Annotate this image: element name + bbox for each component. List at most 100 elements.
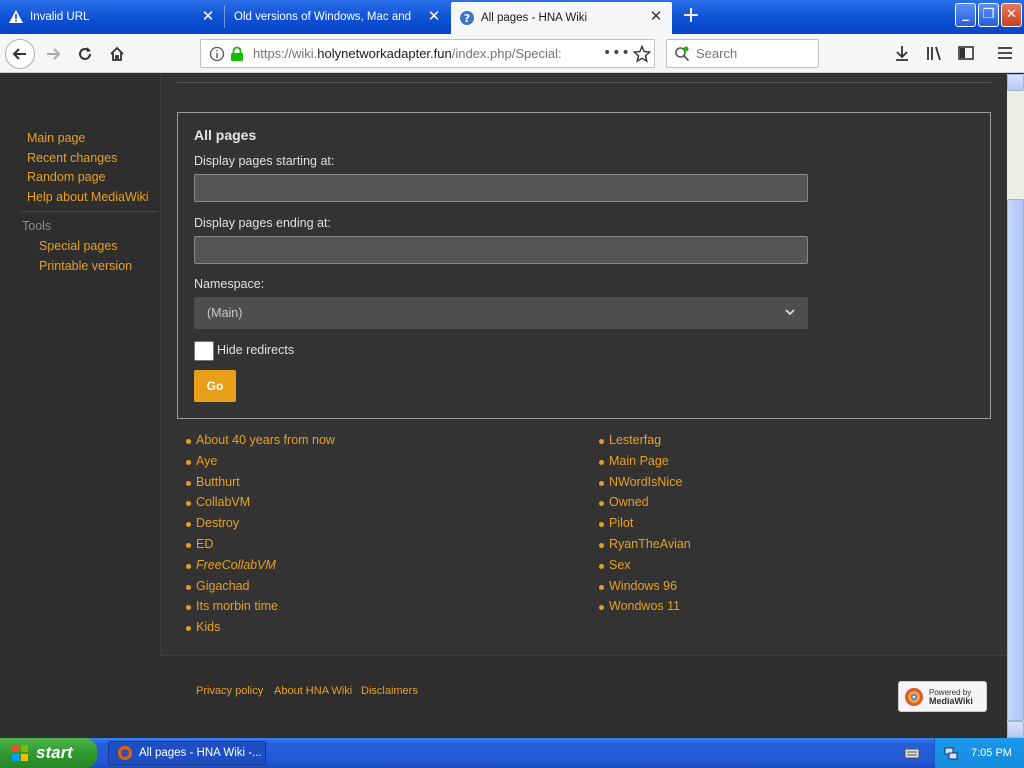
list-item[interactable]: Wondwos 11 bbox=[598, 599, 691, 620]
svg-text:?: ? bbox=[464, 12, 470, 25]
sidebar-item-random-page[interactable]: Random page bbox=[27, 170, 106, 184]
back-arrow-icon bbox=[12, 48, 26, 60]
mediawiki-flower-icon bbox=[905, 687, 923, 706]
bookmark-star-icon[interactable] bbox=[633, 45, 651, 63]
sidebar-item-printable-version[interactable]: Printable version bbox=[39, 259, 132, 273]
list-item[interactable]: Lesterfag bbox=[598, 433, 691, 454]
keyboard-icon[interactable] bbox=[904, 746, 920, 760]
scroll-up-button[interactable] bbox=[1007, 74, 1024, 91]
network-icon[interactable] bbox=[943, 745, 959, 761]
sidebar-toggle-button[interactable] bbox=[956, 43, 976, 63]
namespace-label: Namespace: bbox=[194, 277, 265, 291]
scroll-thumb[interactable] bbox=[1007, 199, 1024, 721]
page-viewport: Main page Recent changes Random page Hel… bbox=[0, 74, 1007, 738]
tab-title: Old versions of Windows, Mac and Linu bbox=[234, 11, 412, 23]
page-list-left: About 40 years from now Aye Butthurt Col… bbox=[185, 433, 335, 641]
hamburger-menu-icon bbox=[998, 47, 1012, 59]
list-item[interactable]: Windows 96 bbox=[598, 579, 691, 600]
end-input[interactable] bbox=[194, 236, 808, 264]
close-icon[interactable]: ✕ bbox=[200, 9, 216, 25]
sidebar-item-main-page[interactable]: Main page bbox=[27, 131, 85, 145]
forward-arrow-icon bbox=[47, 48, 61, 60]
list-item[interactable]: NWordIsNice bbox=[598, 475, 691, 496]
search-bar[interactable] bbox=[666, 39, 819, 68]
firefox-icon bbox=[118, 746, 132, 760]
list-item[interactable]: Sex bbox=[598, 558, 691, 579]
sidebar-item-recent-changes[interactable]: Recent changes bbox=[27, 151, 117, 165]
new-tab-icon[interactable]: + bbox=[680, 5, 702, 28]
footer-disclaimers-link[interactable]: Disclaimers bbox=[361, 685, 418, 697]
warning-icon bbox=[9, 10, 23, 23]
tab-old-versions[interactable]: Old versions of Windows, Mac and Linu ✕ bbox=[226, 2, 450, 32]
list-item[interactable]: Gigachad bbox=[185, 579, 335, 600]
form-legend: All pages bbox=[194, 127, 257, 143]
chevron-down-icon bbox=[785, 309, 795, 316]
list-item[interactable]: Aye bbox=[185, 454, 335, 475]
help-icon: ? bbox=[460, 11, 474, 25]
namespace-select[interactable]: (Main) bbox=[194, 297, 808, 329]
start-label: start bbox=[36, 743, 73, 762]
reload-icon bbox=[79, 47, 91, 60]
home-button[interactable] bbox=[102, 39, 132, 69]
forward-button[interactable] bbox=[38, 39, 68, 69]
download-icon bbox=[896, 46, 908, 61]
close-icon[interactable]: ✕ bbox=[648, 9, 664, 25]
footer-about-link[interactable]: About HNA Wiki bbox=[274, 685, 352, 697]
footer-privacy-link[interactable]: Privacy policy bbox=[196, 685, 263, 697]
tab-title: Invalid URL bbox=[30, 11, 90, 23]
list-item[interactable]: Butthurt bbox=[185, 475, 335, 496]
sidebar-item-help[interactable]: Help about MediaWiki bbox=[27, 190, 149, 204]
title-underline bbox=[177, 82, 991, 83]
clock: 7:05 PM bbox=[971, 747, 1012, 759]
list-item[interactable]: Owned bbox=[598, 495, 691, 516]
list-item[interactable]: Main Page bbox=[598, 454, 691, 475]
sidebar-item-special-pages[interactable]: Special pages bbox=[39, 239, 118, 253]
browser-tab-bar: Invalid URL ✕ Old versions of Windows, M… bbox=[0, 0, 1024, 34]
end-label: Display pages ending at: bbox=[194, 216, 331, 230]
hide-redirects-checkbox[interactable] bbox=[194, 341, 214, 361]
back-button[interactable] bbox=[5, 39, 35, 69]
reload-button[interactable] bbox=[70, 39, 100, 69]
list-item[interactable]: Pilot bbox=[598, 516, 691, 537]
start-input[interactable] bbox=[194, 174, 808, 202]
windows-flag-icon bbox=[12, 745, 28, 761]
page-list-right: Lesterfag Main Page NWordIsNice Owned Pi… bbox=[598, 433, 691, 620]
tab-invalid-url[interactable]: Invalid URL ✕ bbox=[0, 2, 224, 32]
sidebar-divider bbox=[22, 211, 158, 212]
tab-all-pages[interactable]: ? All pages - HNA Wiki ✕ bbox=[451, 2, 672, 34]
list-item[interactable]: ED bbox=[185, 537, 335, 558]
info-icon[interactable] bbox=[209, 46, 225, 62]
start-button[interactable]: start bbox=[0, 738, 97, 768]
search-input[interactable] bbox=[696, 46, 806, 61]
navigation-toolbar: https://wiki.holynetworkadapter.fun/inde… bbox=[0, 34, 1024, 73]
list-item[interactable]: Its morbin time bbox=[185, 599, 335, 620]
scroll-down-button[interactable] bbox=[1007, 721, 1024, 738]
system-tray: 7:05 PM bbox=[934, 738, 1024, 768]
url-bar[interactable]: https://wiki.holynetworkadapter.fun/inde… bbox=[200, 39, 655, 68]
taskbar-item-firefox[interactable]: All pages - HNA Wiki -... bbox=[108, 741, 266, 765]
search-icon bbox=[675, 46, 690, 61]
downloads-button[interactable] bbox=[892, 43, 912, 63]
lock-icon[interactable] bbox=[230, 46, 244, 62]
powered-by-mediawiki-badge[interactable]: Powered by MediaWiki bbox=[898, 681, 987, 712]
library-button[interactable] bbox=[924, 43, 944, 63]
restore-button[interactable]: ❐ bbox=[978, 3, 999, 27]
list-item[interactable]: CollabVM bbox=[185, 495, 335, 516]
list-item[interactable]: RyanTheAvian bbox=[598, 537, 691, 558]
start-label: Display pages starting at: bbox=[194, 154, 335, 168]
list-item[interactable]: Kids bbox=[185, 620, 335, 641]
namespace-value: (Main) bbox=[207, 306, 243, 320]
page-actions-icon[interactable]: ••• bbox=[603, 45, 631, 61]
menu-button[interactable] bbox=[995, 43, 1015, 63]
page-scrollbar[interactable] bbox=[1007, 74, 1024, 738]
close-window-button[interactable]: ✕ bbox=[1001, 3, 1022, 27]
go-button[interactable]: Go bbox=[194, 370, 236, 402]
hide-redirects-label[interactable]: Hide redirects bbox=[217, 343, 294, 357]
list-item[interactable]: About 40 years from now bbox=[185, 433, 335, 454]
sidebar-heading-tools: Tools bbox=[22, 219, 52, 233]
minimize-button[interactable]: _ bbox=[955, 3, 976, 27]
close-icon[interactable]: ✕ bbox=[426, 9, 442, 25]
list-item-redirect[interactable]: FreeCollabVM bbox=[185, 558, 335, 579]
home-icon bbox=[110, 46, 124, 61]
list-item[interactable]: Destroy bbox=[185, 516, 335, 537]
